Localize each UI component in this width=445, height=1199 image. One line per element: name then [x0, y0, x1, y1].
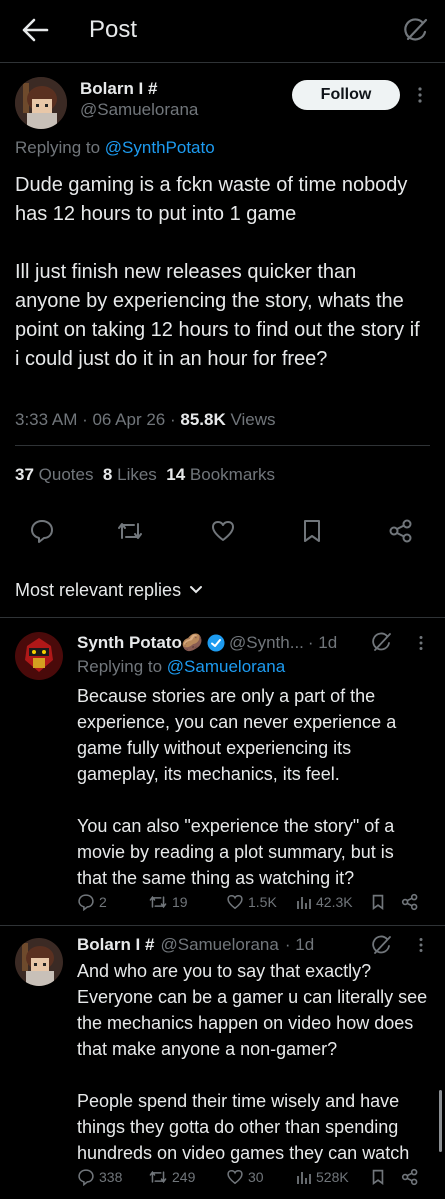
bar-chart-icon	[297, 1172, 311, 1184]
reply-likes-count: 30	[248, 1169, 264, 1185]
more-vertical-icon	[419, 938, 423, 952]
replying-prefix: Replying to	[15, 138, 101, 157]
grok-reply-button[interactable]	[371, 631, 393, 653]
reply-bookmark-button[interactable]	[371, 893, 385, 911]
repost-icon	[149, 895, 167, 909]
reply-repost-button[interactable]: 19	[148, 893, 188, 911]
reply-share-button[interactable]	[401, 893, 419, 911]
reply-time[interactable]: · 1d	[308, 632, 337, 654]
reply-replies-count: 338	[99, 1169, 123, 1185]
repost-icon	[118, 523, 142, 539]
reply-reply-button[interactable]: 2	[77, 893, 107, 911]
reply-bookmark-button[interactable]	[371, 1168, 385, 1186]
repost-button[interactable]	[116, 518, 144, 544]
author-handle[interactable]: @Samuelorana	[80, 99, 198, 121]
bookmark-icon	[372, 894, 384, 910]
meta-divider	[15, 445, 430, 446]
share-icon	[389, 519, 412, 543]
more-vertical-icon	[419, 636, 423, 650]
reply-views-count: 42.3K	[316, 894, 353, 910]
reply-share-button[interactable]	[401, 1168, 419, 1186]
reply-header: Bolarn I # @Samuelorana · 1d	[77, 934, 377, 956]
post-text: Dude gaming is a fckn waste of time nobo…	[15, 174, 420, 370]
reply-icon	[78, 1169, 94, 1186]
sort-divider	[0, 617, 445, 618]
page-title: Post	[89, 16, 138, 43]
share-icon	[401, 893, 418, 911]
reply-views-count: 528K	[316, 1169, 349, 1185]
reply-replying-line: Replying to @Samuelorana	[77, 656, 285, 678]
reply-divider	[0, 925, 445, 926]
more-vertical-icon	[418, 87, 422, 103]
reply-button[interactable]	[29, 518, 55, 544]
reply-author-name[interactable]: Synth Potato🥔	[77, 632, 203, 654]
repost-icon	[149, 1170, 167, 1184]
replying-to-handle[interactable]: @SynthPotato	[105, 138, 215, 157]
reply-header: Synth Potato🥔 @Synth... · 1d	[77, 632, 407, 654]
reply-handle[interactable]: @Synth...	[229, 632, 304, 654]
slash-circle-icon	[372, 935, 391, 954]
follow-button[interactable]: Follow	[292, 80, 400, 110]
reply-replying-prefix: Replying to	[77, 657, 163, 676]
reply-replies-count: 2	[99, 894, 107, 910]
reply-more-button[interactable]	[417, 937, 425, 953]
reply-avatar[interactable]	[15, 632, 63, 680]
header-divider	[0, 62, 445, 63]
bar-chart-icon	[297, 897, 311, 909]
share-button[interactable]	[388, 518, 414, 544]
reply-reply-button[interactable]: 338	[77, 1168, 122, 1186]
more-options-button[interactable]	[416, 86, 424, 104]
bookmarks-stat[interactable]: 14 Bookmarks	[166, 465, 275, 484]
grok-button[interactable]	[402, 16, 430, 44]
reply-views-button[interactable]: 42.3K	[296, 893, 353, 911]
replying-to-line: Replying to @SynthPotato	[15, 137, 215, 159]
reply-avatar[interactable]	[15, 938, 63, 986]
avatar[interactable]	[15, 77, 67, 129]
quotes-stat[interactable]: 37 Quotes	[15, 465, 93, 484]
heart-icon	[227, 1170, 243, 1185]
slash-circle-icon	[404, 18, 428, 41]
bookmark-button[interactable]	[301, 518, 323, 544]
reply-like-button[interactable]: 1.5K	[226, 893, 277, 911]
like-button[interactable]	[210, 518, 236, 544]
share-icon	[401, 1168, 418, 1186]
post-meta: 3:33 AM · 06 Apr 26 · 85.8K Views	[15, 408, 276, 432]
reply-handle[interactable]: @Samuelorana	[160, 934, 278, 956]
arrow-left-icon	[22, 18, 49, 42]
reply-time[interactable]: · 1d	[285, 934, 314, 956]
back-button[interactable]	[20, 16, 50, 44]
reply-author-name[interactable]: Bolarn I #	[77, 934, 154, 956]
scrollbar-thumb[interactable]	[439, 1090, 442, 1152]
reply-likes-count: 1.5K	[248, 894, 277, 910]
slash-circle-icon	[372, 632, 391, 651]
author-name[interactable]: Bolarn I #	[80, 78, 157, 100]
reply-icon	[31, 520, 53, 543]
post-time: 3:33 AM · 06 Apr 26 ·	[15, 410, 181, 429]
reply-text: And who are you to say that exactly? Eve…	[77, 961, 428, 1163]
post-stats: 37 Quotes 8 Likes 14 Bookmarks	[15, 463, 275, 487]
reply-icon	[78, 894, 94, 911]
likes-stat[interactable]: 8 Likes	[103, 465, 157, 484]
reply-more-button[interactable]	[417, 635, 425, 651]
bookmark-icon	[372, 1169, 384, 1185]
reply-replying-handle[interactable]: @Samuelorana	[167, 657, 285, 676]
sort-label: Most relevant replies	[15, 580, 182, 600]
chevron-down-icon	[190, 586, 203, 594]
replies-sort-dropdown[interactable]: Most relevant replies	[15, 578, 203, 602]
reply-reposts-count: 249	[172, 1169, 196, 1185]
heart-icon	[212, 521, 234, 541]
reply-repost-button[interactable]: 249	[148, 1168, 195, 1186]
reply-views-button[interactable]: 528K	[296, 1168, 349, 1186]
verified-badge-icon	[207, 634, 225, 652]
heart-icon	[227, 895, 243, 910]
bookmark-icon	[304, 520, 320, 542]
post-views-count: 85.8K	[180, 410, 226, 429]
reply-text: Because stories are only a part of the e…	[77, 686, 397, 888]
grok-reply-button[interactable]	[371, 934, 393, 956]
reply-reposts-count: 19	[172, 894, 188, 910]
reply-like-button[interactable]: 30	[226, 1168, 264, 1186]
post-views-label: Views	[230, 410, 276, 429]
